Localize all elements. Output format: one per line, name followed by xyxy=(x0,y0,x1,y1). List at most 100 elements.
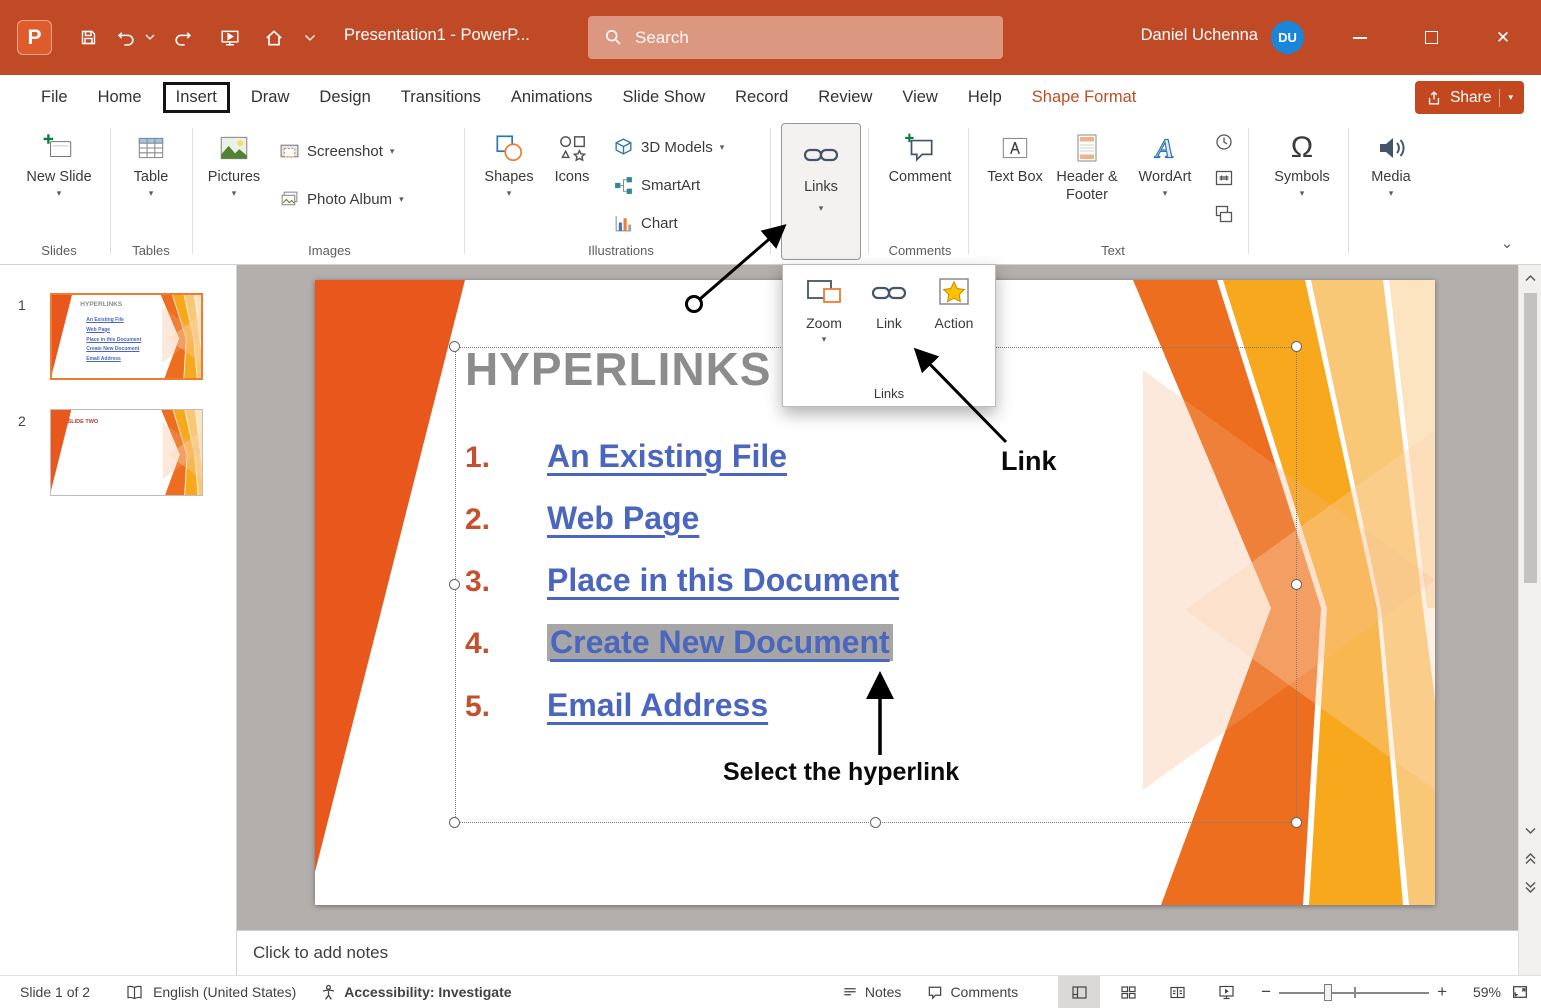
next-slide-button[interactable] xyxy=(1519,874,1541,900)
omega-icon: Ω xyxy=(1290,131,1314,164)
zoom-out-button[interactable]: − xyxy=(1261,982,1271,1002)
notes-pane[interactable]: Click to add notes xyxy=(237,930,1518,975)
tab-insert[interactable]: Insert xyxy=(157,75,236,120)
slide-sorter-view-button[interactable] xyxy=(1107,976,1149,1008)
symbols-button[interactable]: Ω Symbols ▾ xyxy=(1262,124,1342,238)
undo-button[interactable] xyxy=(108,19,145,56)
3d-models-button[interactable]: 3D Models ▾ xyxy=(608,132,729,162)
scroll-up-button[interactable] xyxy=(1519,265,1541,291)
zoom-in-button[interactable]: + xyxy=(1437,982,1447,1002)
tab-home[interactable]: Home xyxy=(83,75,157,120)
scroll-down-button[interactable] xyxy=(1519,818,1541,844)
media-button[interactable]: Media ▾ xyxy=(1356,124,1426,238)
minimize-button[interactable] xyxy=(1336,0,1384,75)
comment-button[interactable]: Comment xyxy=(878,124,962,238)
notes-toggle-button[interactable]: Notes xyxy=(842,984,901,1000)
home-button[interactable] xyxy=(255,19,292,56)
tab-review[interactable]: Review xyxy=(803,75,887,120)
pictures-button[interactable]: Pictures ▾ xyxy=(202,124,266,238)
selection-handle-bottom-right[interactable] xyxy=(1291,817,1302,828)
search-box[interactable] xyxy=(588,16,1003,59)
slideshow-view-button[interactable] xyxy=(1205,976,1247,1008)
object-button[interactable] xyxy=(1210,200,1238,228)
selection-handle-bottom-left[interactable] xyxy=(449,817,460,828)
photo-album-button[interactable]: Photo Album ▾ xyxy=(274,184,409,214)
scrollbar-thumb[interactable] xyxy=(1524,293,1537,583)
text-box-button[interactable]: Text Box xyxy=(986,124,1044,238)
redo-button[interactable] xyxy=(164,19,201,56)
chevron-down-icon[interactable]: ▾ xyxy=(1508,93,1513,102)
avatar-initials: DU xyxy=(1278,30,1297,45)
tab-draw[interactable]: Draw xyxy=(236,75,305,120)
tab-design[interactable]: Design xyxy=(304,75,385,120)
shapes-icon xyxy=(496,135,523,162)
tab-view[interactable]: View xyxy=(887,75,952,120)
selection-handle-top-left[interactable] xyxy=(449,341,460,352)
undo-dropdown-button[interactable] xyxy=(142,19,158,56)
powerpoint-logo-icon[interactable]: P xyxy=(17,20,52,55)
screenshot-icon xyxy=(280,144,299,157)
header-footer-button[interactable]: Header & Footer xyxy=(1050,124,1124,238)
tab-transitions[interactable]: Transitions xyxy=(386,75,496,120)
tab-slide-show[interactable]: Slide Show xyxy=(608,75,721,120)
slide-number-button[interactable] xyxy=(1210,164,1238,192)
fit-slide-to-window-button[interactable] xyxy=(1511,983,1529,1001)
reading-view-button[interactable] xyxy=(1156,976,1198,1008)
links-icon xyxy=(803,148,839,162)
date-time-button[interactable] xyxy=(1210,128,1238,156)
selection-handle-bottom-middle[interactable] xyxy=(870,817,881,828)
avatar[interactable]: DU xyxy=(1271,21,1304,54)
smartart-button[interactable]: SmartArt xyxy=(608,170,705,200)
selection-handle-middle-left[interactable] xyxy=(449,579,460,590)
tab-file[interactable]: File xyxy=(26,75,83,120)
spell-check-button[interactable] xyxy=(126,984,143,1001)
language-button[interactable]: English (United States) xyxy=(153,984,296,1000)
normal-view-button[interactable] xyxy=(1058,975,1101,1008)
action-menu-item[interactable]: Action xyxy=(923,275,985,331)
chart-icon xyxy=(615,215,632,231)
tab-animations[interactable]: Animations xyxy=(496,75,608,120)
chevron-down-icon: ▾ xyxy=(399,193,404,204)
selection-handle-top-right[interactable] xyxy=(1291,341,1302,352)
link-menu-item[interactable]: Link xyxy=(863,275,915,331)
home-icon xyxy=(265,29,282,45)
chevron-down-icon: ▾ xyxy=(231,188,237,198)
links-button[interactable]: Links ▾ xyxy=(781,123,861,260)
start-slideshow-button[interactable] xyxy=(211,19,248,56)
double-chevron-up-icon xyxy=(1525,853,1536,865)
close-button[interactable]: ✕ xyxy=(1479,0,1527,75)
maximize-button[interactable] xyxy=(1407,0,1455,75)
new-slide-button[interactable]: New Slide ▾ xyxy=(16,124,102,238)
search-input[interactable] xyxy=(635,27,987,48)
save-button[interactable] xyxy=(70,19,107,56)
zoom-level-button[interactable]: 59% xyxy=(1459,984,1501,1000)
zoom-menu-item[interactable]: Zoom ▾ xyxy=(793,275,855,344)
screenshot-button[interactable]: Screenshot ▾ xyxy=(274,136,399,166)
chart-button[interactable]: Chart xyxy=(608,208,683,238)
collapse-ribbon-button[interactable]: ⌄ xyxy=(1492,230,1522,256)
svg-text:A: A xyxy=(1154,133,1174,164)
comments-toggle-button[interactable]: Comments xyxy=(927,984,1018,1000)
table-button[interactable]: Table ▾ xyxy=(118,124,184,238)
tab-shape-format[interactable]: Shape Format xyxy=(1017,75,1152,120)
thumbnail-list-item: Email Address xyxy=(86,356,121,363)
zoom-slider[interactable] xyxy=(1279,976,1430,1008)
tab-record[interactable]: Record xyxy=(720,75,803,120)
user-name: Daniel Uchenna xyxy=(1140,26,1258,44)
share-button[interactable]: Share ▾ xyxy=(1415,81,1524,114)
thumbnail-2-title: SLIDE TWO xyxy=(67,418,99,425)
zoom-slider-thumb[interactable] xyxy=(1324,983,1333,1001)
shapes-button[interactable]: Shapes ▾ xyxy=(480,124,538,238)
customize-toolbar-button[interactable] xyxy=(300,19,320,56)
icons-button[interactable]: Icons xyxy=(544,124,600,238)
slide-thumbnail-1[interactable]: HYPERLINKS An Existing File Web Page Pla… xyxy=(50,293,203,380)
accessibility-checker-button[interactable]: Accessibility: Investigate xyxy=(320,984,512,1001)
wordart-button[interactable]: A WordArt ▾ xyxy=(1130,124,1200,238)
previous-slide-button[interactable] xyxy=(1519,846,1541,872)
photo-album-icon xyxy=(281,191,298,205)
tab-help[interactable]: Help xyxy=(953,75,1017,120)
document-title: Presentation1 - PowerP... xyxy=(344,26,530,44)
selection-handle-middle-right[interactable] xyxy=(1291,579,1302,590)
slide-thumbnail-2[interactable]: SLIDE TWO xyxy=(50,409,203,496)
vertical-scrollbar[interactable] xyxy=(1518,265,1541,975)
